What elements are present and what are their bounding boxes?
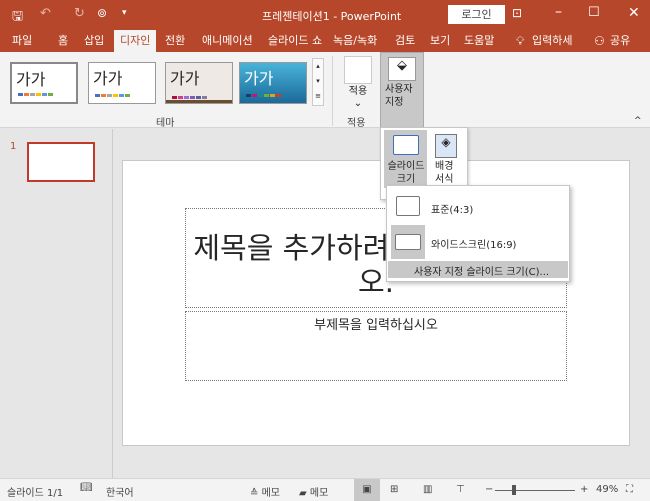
- slide-sorter-icon[interactable]: ⊞: [390, 484, 398, 495]
- theme-ion[interactable]: 가가: [239, 62, 307, 104]
- theme-office-2[interactable]: 가가: [88, 62, 156, 104]
- spellcheck-icon[interactable]: 📖︎: [80, 482, 93, 493]
- theme-gallery-scroll[interactable]: ▴ ▾ ≡: [312, 58, 324, 106]
- slide-thumbnail[interactable]: [27, 142, 95, 182]
- menu-item-custom-size[interactable]: 사용자 지정 슬라이드 크기(C)...: [388, 261, 568, 278]
- theme-office[interactable]: 가가: [10, 62, 78, 104]
- tab-animations[interactable]: 애니메이션: [196, 30, 259, 52]
- slide-size-label: 슬라이드 크기: [387, 161, 425, 185]
- present-icon[interactable]: ⊚: [97, 6, 107, 20]
- slide-size-button[interactable]: 슬라이드 크기: [384, 130, 427, 188]
- format-background-icon: ◈: [435, 134, 457, 158]
- slideshow-icon[interactable]: ⊤: [456, 484, 465, 495]
- group-label-apply: 적용: [347, 118, 366, 129]
- language[interactable]: 한국어: [106, 484, 134, 499]
- ribbon-display-icon[interactable]: ⊡: [512, 6, 522, 20]
- zoom-slider[interactable]: [495, 490, 575, 491]
- ribbon: 가가 가가 가가 가가 ▴ ▾ ≡ 테마 적용 ⌄ 적용 ⬙ 사용자 지정 ^: [0, 52, 650, 129]
- customize-button[interactable]: ⬙ 사용자 지정: [380, 52, 424, 128]
- tab-transitions[interactable]: 전환: [159, 30, 191, 52]
- menu-item-standard[interactable]: 표준(4:3): [391, 190, 567, 226]
- zoom-slider-thumb[interactable]: [512, 485, 516, 495]
- tab-design[interactable]: 디자인: [114, 30, 157, 52]
- slide-size-menu: 표준(4:3) 와이드스크린(16:9) 사용자 지정 슬라이드 크기(C)..…: [386, 185, 570, 282]
- theme-preview-text: 가가: [16, 70, 46, 89]
- theme-wood[interactable]: 가가: [165, 62, 233, 104]
- customize-icon: ⬙: [388, 57, 416, 81]
- tab-file[interactable]: 파일: [6, 30, 38, 52]
- window-title: 프레젠테이션1 - PowerPoint: [262, 10, 402, 23]
- tab-help[interactable]: 도움말: [458, 30, 500, 52]
- group-label-theme: 테마: [156, 118, 175, 129]
- slide-size-icon: [393, 135, 419, 155]
- collapse-ribbon-icon[interactable]: ^: [634, 116, 642, 126]
- apply-variant-button[interactable]: 적용 ⌄: [344, 86, 372, 110]
- zoom-in-button[interactable]: +: [580, 484, 588, 495]
- close-button[interactable]: ✕: [628, 5, 640, 21]
- menu-item-label: 표준(4:3): [431, 205, 474, 216]
- normal-view-icon[interactable]: ▣: [354, 479, 380, 501]
- menu-item-widescreen[interactable]: 와이드스크린(16:9): [391, 225, 567, 259]
- theme-preview-text: 가가: [170, 69, 200, 88]
- title-bar: 🖫 ↶ ↻ ⊚ ▾ 프레젠테이션1 - PowerPoint 로그인 ⊡ – ☐…: [0, 0, 650, 30]
- lightbulb-icon: 💡︎: [516, 34, 525, 48]
- tab-home[interactable]: 홈: [52, 30, 74, 52]
- standard-size-icon: [396, 196, 420, 216]
- theme-preview-text: 가가: [244, 69, 274, 88]
- save-icon[interactable]: 🖫: [12, 7, 23, 29]
- tab-insert[interactable]: 삽입: [78, 30, 110, 52]
- slide-number: 1: [10, 141, 17, 152]
- redo-icon[interactable]: ↻: [74, 6, 85, 21]
- status-bar: 슬라이드 1/1 📖︎ 한국어 ≙ 메모 ▰ 메모 ▣ ⊞ ▥ ⊤ − + 49…: [0, 478, 650, 501]
- tab-record[interactable]: 녹음/녹화: [327, 30, 383, 52]
- reading-view-icon[interactable]: ▥: [423, 484, 432, 495]
- customize-label: 사용자 지정: [385, 84, 413, 108]
- notes-button[interactable]: ≙ 메모: [250, 484, 280, 499]
- thumbnail-pane: 1: [0, 129, 113, 478]
- menu-item-label: 와이드스크린(16:9): [431, 240, 517, 251]
- zoom-level[interactable]: 49%: [596, 484, 618, 495]
- undo-icon[interactable]: ↶: [40, 6, 51, 21]
- customize-toolbar-icon[interactable]: ▾: [122, 8, 127, 18]
- ribbon-tabs: 파일 홈 삽입 디자인 전환 애니메이션 슬라이드 쇼 녹음/녹화 검토 보기 …: [0, 30, 650, 52]
- tab-review[interactable]: 검토: [389, 30, 421, 52]
- fit-to-window-icon[interactable]: ⛶: [626, 484, 633, 495]
- widescreen-size-icon: [395, 234, 421, 250]
- theme-preview-text: 가가: [93, 69, 123, 88]
- format-background-label: 배경 서식: [435, 161, 454, 185]
- zoom-out-button[interactable]: −: [485, 484, 493, 495]
- notes-label: 메모: [261, 488, 280, 499]
- share-button[interactable]: 공유: [604, 30, 636, 52]
- slide-count: 슬라이드 1/1: [7, 488, 64, 499]
- maximize-button[interactable]: ☐: [588, 5, 600, 20]
- login-button[interactable]: 로그인: [448, 5, 505, 24]
- variant-preview[interactable]: [344, 56, 372, 84]
- tab-view[interactable]: 보기: [424, 30, 456, 52]
- comments-button[interactable]: ▰ 메모: [299, 484, 328, 499]
- tell-me-search[interactable]: 입력하세: [526, 30, 578, 52]
- apply-label: 적용: [348, 86, 368, 97]
- subtitle-placeholder[interactable]: 부제목을 입력하십시오: [185, 311, 567, 381]
- minimize-button[interactable]: –: [555, 4, 562, 20]
- format-background-button[interactable]: ◈ 배경 서식: [431, 130, 465, 188]
- menu-item-label: 사용자 지정 슬라이드 크기(C)...: [414, 267, 550, 278]
- tab-slideshow[interactable]: 슬라이드 쇼: [262, 30, 328, 52]
- comments-label: 메모: [309, 488, 329, 499]
